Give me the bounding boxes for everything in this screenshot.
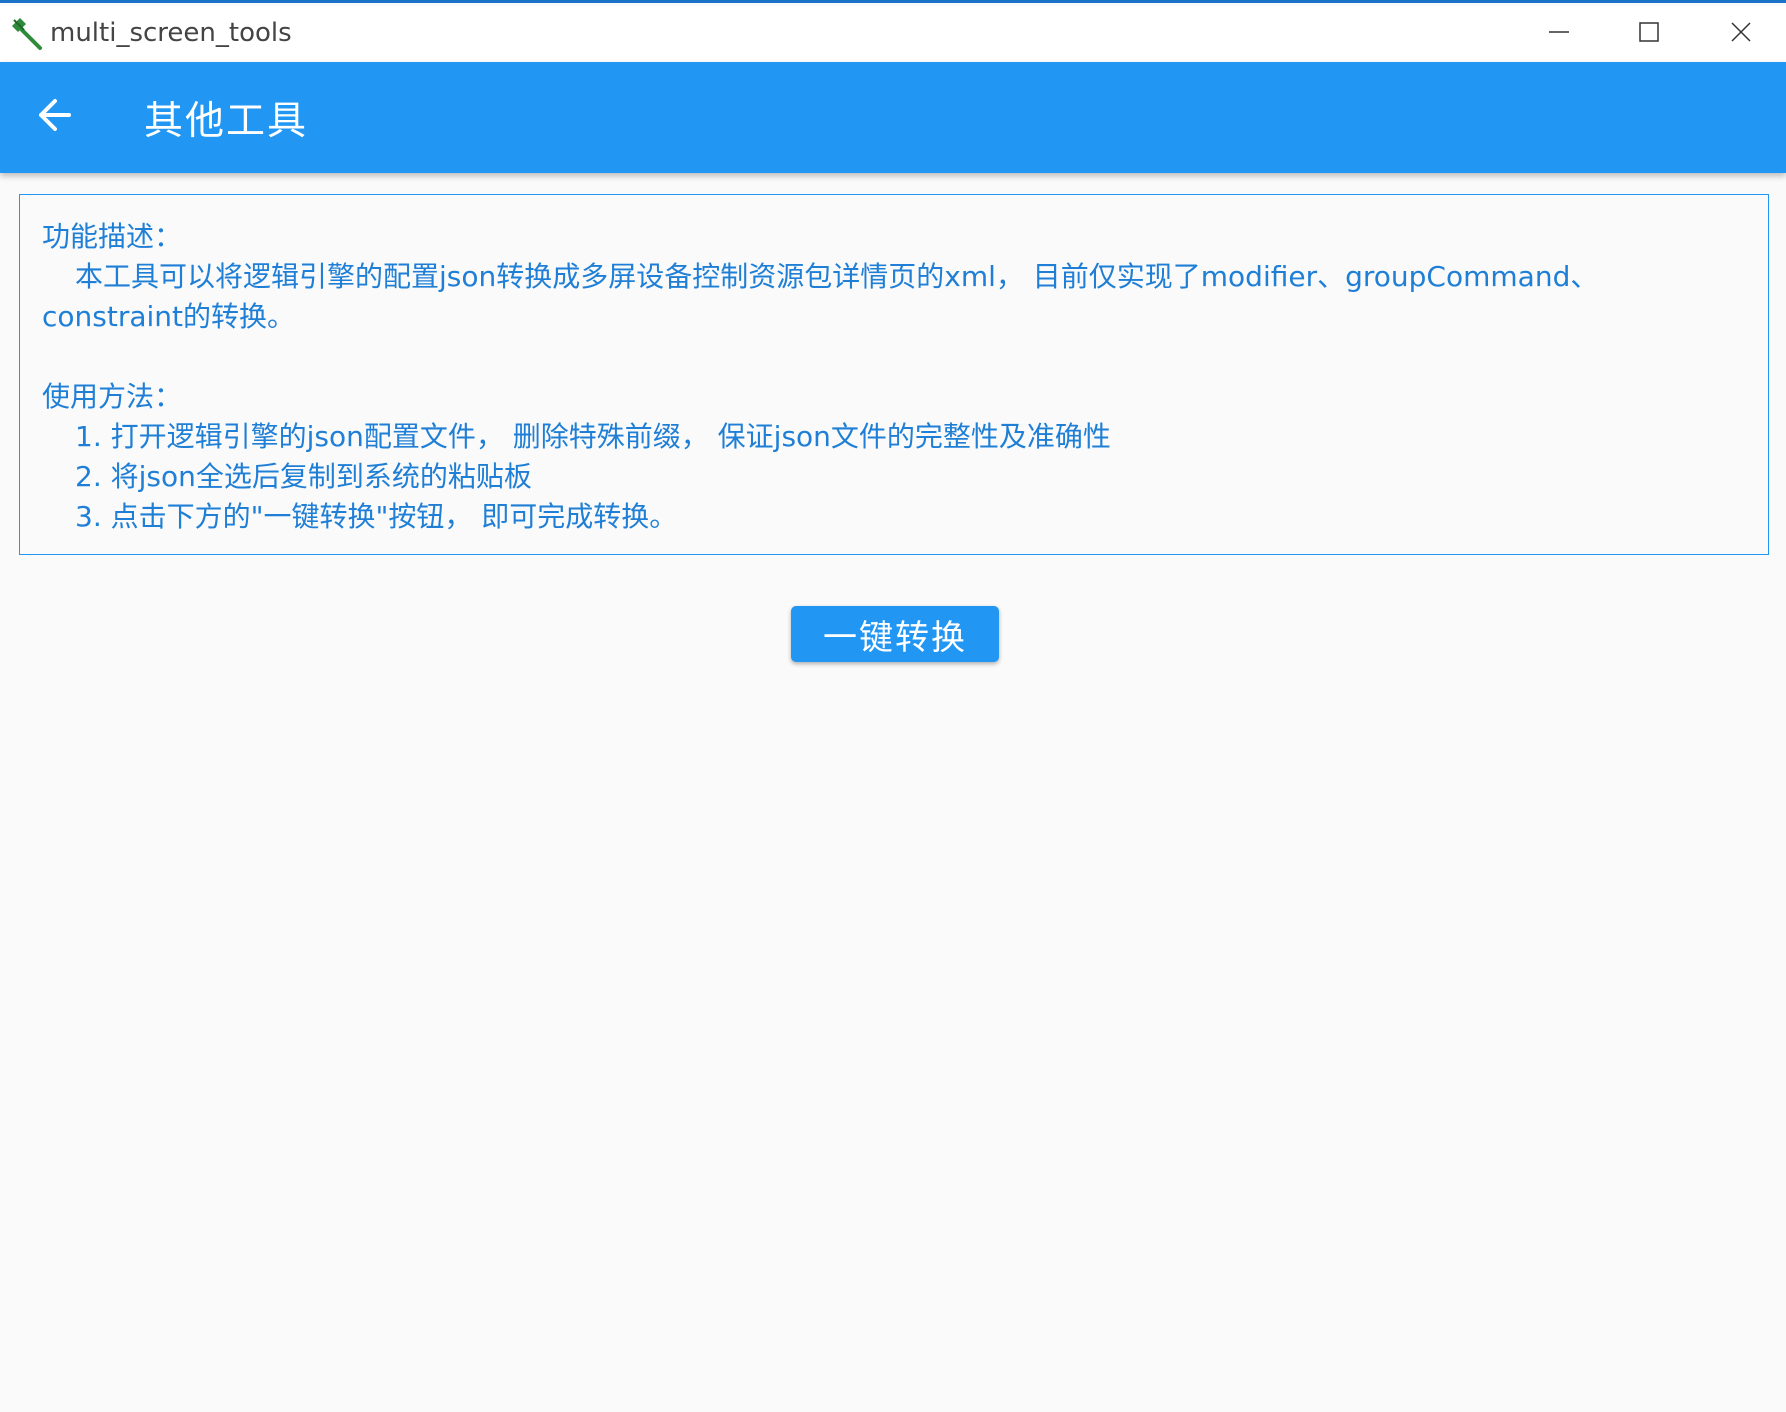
page-title: 其他工具 [144, 99, 309, 144]
function-text-line2: constraint的转换。 [42, 300, 296, 333]
hammer-icon [10, 16, 46, 52]
minimize-icon [1548, 21, 1570, 48]
close-icon [1730, 21, 1752, 48]
function-text-line1: 本工具可以将逻辑引擎的配置json转换成多屏设备控制资源包详情页的xml， 目前… [75, 260, 1599, 293]
arrow-back-icon [35, 95, 75, 140]
convert-button[interactable]: 一键转换 [791, 606, 999, 662]
window-titlebar: multi_screen_tools [0, 6, 1786, 62]
maximize-icon [1638, 21, 1660, 48]
window-title: multi_screen_tools [50, 18, 292, 48]
app-bar: 其他工具 [0, 62, 1786, 173]
minimize-button[interactable] [1514, 6, 1604, 62]
usage-step-1: 1. 打开逻辑引擎的json配置文件， 删除特殊前缀， 保证json文件的完整性… [75, 420, 1111, 453]
usage-step-2: 2. 将json全选后复制到系统的粘贴板 [75, 460, 532, 493]
usage-step-3: 3. 点击下方的"一键转换"按钮， 即可完成转换。 [75, 500, 678, 533]
maximize-button[interactable] [1604, 6, 1694, 62]
usage-heading: 使用方法： [42, 380, 183, 413]
app-window: multi_screen_tools 其他工具 功能描述： 本工具可以将逻辑引擎… [0, 0, 1786, 1412]
function-heading: 功能描述： [42, 220, 183, 253]
close-button[interactable] [1696, 6, 1786, 62]
description-panel: 功能描述： 本工具可以将逻辑引擎的配置json转换成多屏设备控制资源包详情页的x… [19, 194, 1769, 555]
back-button[interactable] [20, 82, 90, 152]
